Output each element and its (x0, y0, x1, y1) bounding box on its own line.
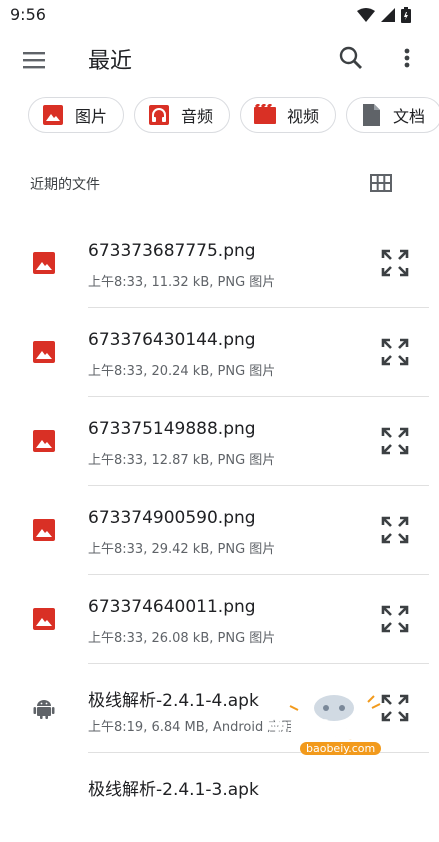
file-row[interactable]: 673374900590.png 上午8:33, 29.42 kB, PNG 图… (0, 486, 439, 575)
document-icon (359, 103, 383, 127)
menu-button[interactable] (20, 46, 48, 74)
chip-documents[interactable]: 文档 (346, 97, 439, 133)
file-meta: 上午8:33, 11.32 kB, PNG 图片 (88, 275, 276, 290)
watermark-logo: 宝贝游戏网 baobeiy.com (262, 686, 412, 766)
file-name: 极线解析-2.4.1-4.apk (88, 691, 259, 711)
android-icon (33, 700, 55, 719)
expand-preview-icon[interactable] (380, 426, 410, 456)
image-icon (33, 608, 55, 630)
more-vert-icon (404, 48, 410, 68)
file-name: 673374640011.png (88, 597, 256, 617)
chip-images[interactable]: 图片 (28, 97, 125, 133)
file-row[interactable]: 673373687775.png 上午8:33, 11.32 kB, PNG 图… (0, 219, 439, 308)
file-meta: 上午8:33, 20.24 kB, PNG 图片 (88, 364, 276, 379)
search-icon (339, 46, 362, 69)
chip-video[interactable]: 视频 (240, 97, 337, 133)
hamburger-menu-icon (23, 52, 45, 69)
file-meta: 上午8:33, 29.42 kB, PNG 图片 (88, 542, 276, 557)
signal-icon (381, 8, 395, 22)
battery-icon (401, 7, 411, 23)
page-title: 最近 (88, 49, 133, 74)
watermark-url: baobeiy.com (300, 742, 382, 755)
image-icon (41, 103, 65, 127)
chip-label: 音频 (181, 107, 214, 126)
headphones-icon (147, 103, 171, 127)
file-row[interactable]: 673375149888.png 上午8:33, 12.87 kB, PNG 图… (0, 397, 439, 486)
chip-label: 视频 (287, 107, 320, 126)
filter-chips: 图片 音频 视频 文档 (28, 97, 439, 137)
image-icon (33, 252, 55, 274)
file-name: 673373687775.png (88, 241, 256, 261)
status-time: 9:56 (10, 5, 46, 24)
status-bar: 9:56 (0, 0, 439, 30)
expand-preview-icon[interactable] (380, 604, 410, 634)
status-icons (357, 7, 411, 23)
expand-preview-icon[interactable] (380, 337, 410, 367)
chip-label: 图片 (75, 107, 108, 126)
expand-preview-icon[interactable] (380, 515, 410, 545)
file-name: 673376430144.png (88, 330, 256, 350)
image-icon (33, 430, 55, 452)
more-options-button[interactable] (395, 44, 419, 72)
wifi-icon (357, 8, 375, 22)
file-name: 673375149888.png (88, 419, 256, 439)
chip-audio[interactable]: 音频 (134, 97, 231, 133)
file-row[interactable]: 673376430144.png 上午8:33, 20.24 kB, PNG 图… (0, 308, 439, 397)
file-row[interactable]: 极线解析-2.4.1-3.apk (0, 753, 439, 842)
grid-view-icon (370, 174, 392, 192)
section-title: 近期的文件 (30, 177, 100, 193)
grid-view-button[interactable] (369, 171, 393, 195)
file-meta: 上午8:33, 12.87 kB, PNG 图片 (88, 453, 276, 468)
image-icon (33, 519, 55, 541)
file-name: 极线解析-2.4.1-3.apk (88, 780, 259, 800)
app-bar: 最近 (0, 30, 439, 88)
file-name: 673374900590.png (88, 508, 256, 528)
chip-label: 文档 (393, 107, 426, 126)
file-meta: 上午8:33, 26.08 kB, PNG 图片 (88, 631, 276, 646)
expand-preview-icon[interactable] (380, 248, 410, 278)
video-icon (253, 103, 277, 127)
image-icon (33, 341, 55, 363)
file-row[interactable]: 673374640011.png 上午8:33, 26.08 kB, PNG 图… (0, 575, 439, 664)
search-button[interactable] (337, 44, 365, 72)
